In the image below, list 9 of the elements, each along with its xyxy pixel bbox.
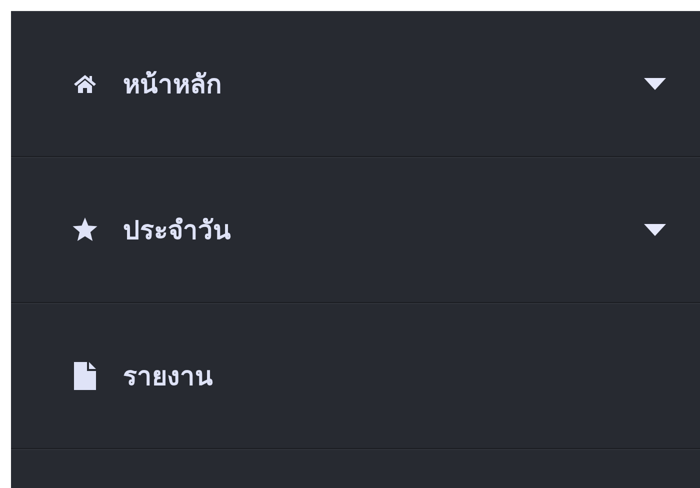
menu-label: ประจำวัน (123, 215, 231, 248)
menu-item[interactable]: รายงาน (11, 303, 700, 449)
menu-label: รายงาน (123, 361, 213, 394)
star-icon (72, 217, 98, 242)
menu-label: หน้าหลัก (123, 69, 222, 102)
menu-item[interactable]: หน้าหลัก (11, 11, 700, 157)
home-icon (73, 74, 97, 94)
menu-item[interactable]: ประจำวัน (11, 157, 700, 303)
document-icon (74, 362, 96, 390)
